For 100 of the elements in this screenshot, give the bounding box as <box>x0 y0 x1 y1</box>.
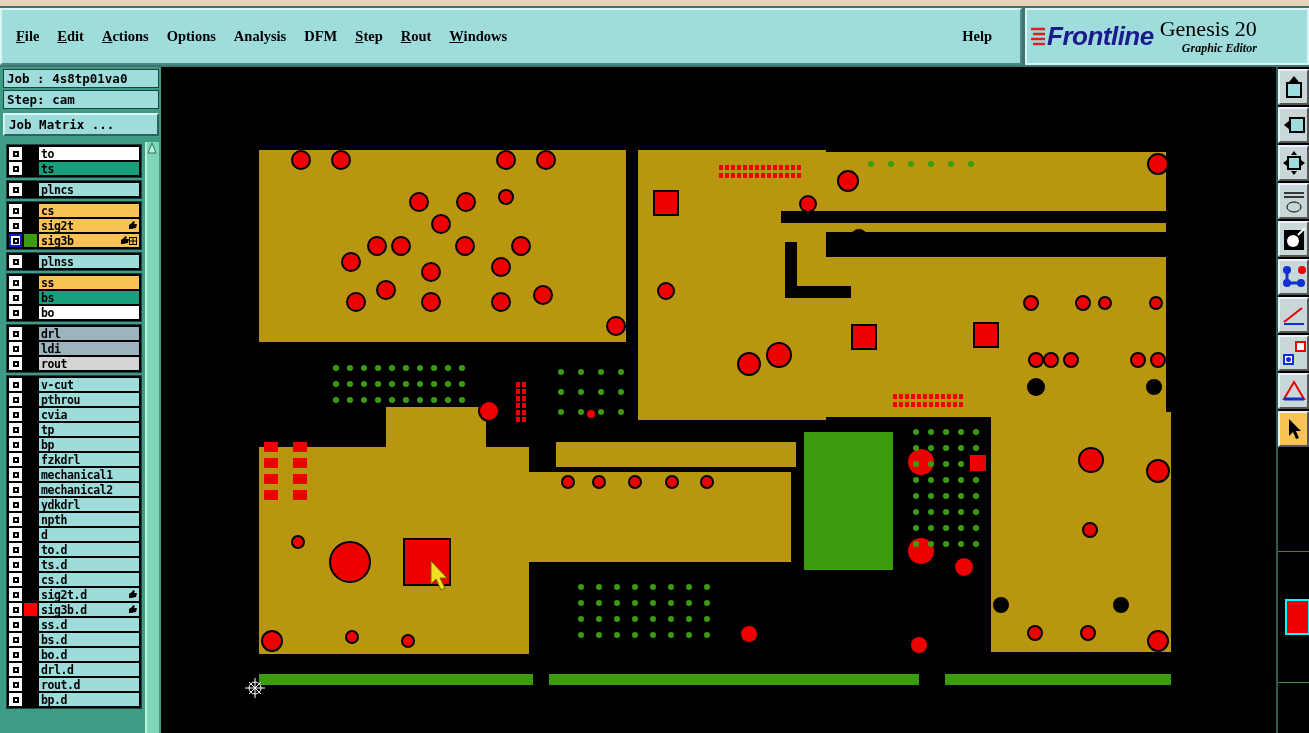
layer-name[interactable]: to <box>39 147 139 160</box>
toolbar-button[interactable] <box>1278 107 1309 143</box>
toolbar-button[interactable] <box>1278 411 1309 447</box>
layer-row[interactable]: npth <box>9 512 139 527</box>
layer-name[interactable]: ldi <box>39 342 139 355</box>
layer-row[interactable]: ss <box>9 275 139 290</box>
layer-row[interactable]: sig2t.d <box>9 587 139 602</box>
layer-name[interactable]: to.d <box>39 543 139 556</box>
layer-row[interactable]: cvia <box>9 407 139 422</box>
layer-name[interactable]: tp <box>39 423 139 436</box>
layer-row[interactable]: ts.d <box>9 557 139 572</box>
layer-name[interactable]: rout.d <box>39 678 139 691</box>
triangle-icon <box>1281 378 1306 404</box>
layer-name[interactable]: plnss <box>39 255 139 268</box>
toolbar-button[interactable] <box>1278 145 1309 181</box>
layer-row[interactable]: bs <box>9 290 139 305</box>
menu-item[interactable]: DFM <box>302 24 346 49</box>
layer-row[interactable]: plnss <box>9 254 139 269</box>
layer-name[interactable]: ts.d <box>39 558 139 571</box>
layer-row[interactable]: mechanical2 <box>9 482 139 497</box>
layer-checkbox[interactable] <box>9 234 22 247</box>
toolbar-button[interactable] <box>1278 297 1309 333</box>
layer-row[interactable]: sig3b <box>9 233 139 248</box>
menu-item[interactable]: Analysis <box>231 24 295 49</box>
layer-row[interactable]: rout.d <box>9 677 139 692</box>
menu-item[interactable]: Rout <box>398 24 440 49</box>
help-menu[interactable]: Help <box>960 24 1000 49</box>
product-name: Genesis 20 <box>1159 17 1257 41</box>
layer-row[interactable]: bs.d <box>9 632 139 647</box>
toolbar-button[interactable] <box>1278 69 1309 105</box>
layer-row[interactable]: fzkdrl <box>9 452 139 467</box>
origin-crosshair-icon <box>245 678 265 698</box>
layer-row[interactable]: to.d <box>9 542 139 557</box>
menu-item[interactable]: Actions <box>99 24 157 49</box>
layer-name[interactable]: mechanical2 <box>39 483 139 496</box>
layer-name[interactable]: bp.d <box>39 693 139 706</box>
layer-name[interactable]: v-cut <box>39 378 139 391</box>
menu-item[interactable]: Options <box>164 24 224 49</box>
layer-row[interactable]: ss.d <box>9 617 139 632</box>
layer-row[interactable]: ldi <box>9 341 139 356</box>
layer-row[interactable]: bp.d <box>9 692 139 707</box>
menu-item[interactable]: Windows <box>447 24 516 49</box>
layer-row[interactable]: sig3b.d <box>9 602 139 617</box>
layer-name[interactable]: sig2t.d <box>39 588 139 601</box>
toolbar-button[interactable] <box>1278 221 1309 257</box>
layer-row[interactable]: plncs <box>9 182 139 197</box>
layer-row[interactable]: cs.d <box>9 572 139 587</box>
layer-name[interactable]: ss.d <box>39 618 139 631</box>
layer-name[interactable]: bs.d <box>39 633 139 646</box>
layer-name[interactable]: sig3b.d <box>39 603 139 616</box>
round-pad-icon <box>1281 226 1306 252</box>
layer-name[interactable]: ts <box>39 162 139 175</box>
layer-row[interactable]: bo <box>9 305 139 320</box>
layer-name[interactable]: cs <box>39 204 139 217</box>
layer-row[interactable]: v-cut <box>9 377 139 392</box>
logo-text: Frontline <box>1047 21 1154 52</box>
layer-row[interactable]: ydkdrl <box>9 497 139 512</box>
layer-row[interactable]: drl.d <box>9 662 139 677</box>
layer-name[interactable]: cs.d <box>39 573 139 586</box>
layer-name[interactable]: plncs <box>39 183 139 196</box>
menu-item[interactable]: File <box>14 24 48 49</box>
layer-name[interactable]: sig2t <box>39 219 139 232</box>
layer-name[interactable]: mechanical1 <box>39 468 139 481</box>
layer-name[interactable]: ss <box>39 276 139 289</box>
layer-row[interactable]: rout <box>9 356 139 371</box>
layer-name[interactable]: sig3b <box>39 234 139 247</box>
layer-row[interactable]: tp <box>9 422 139 437</box>
layer-name[interactable]: bo <box>39 306 139 319</box>
job-matrix-button[interactable]: Job Matrix ... <box>3 113 159 136</box>
layer-row[interactable]: sig2t <box>9 218 139 233</box>
layer-name[interactable]: npth <box>39 513 139 526</box>
layer-name[interactable]: drl <box>39 327 139 340</box>
layer-name[interactable]: d <box>39 528 139 541</box>
layer-row[interactable]: ts <box>9 161 139 176</box>
speed-lines-icon <box>1031 25 1045 48</box>
layer-name[interactable]: pthrou <box>39 393 139 406</box>
scrollbar[interactable] <box>145 142 159 733</box>
layer-name[interactable]: bs <box>39 291 139 304</box>
job-label: Job : 4s8tp01va0 <box>3 69 159 88</box>
layer-row[interactable]: mechanical1 <box>9 467 139 482</box>
toolbar-button[interactable] <box>1278 373 1309 409</box>
toolbar-button[interactable] <box>1278 183 1309 219</box>
layer-name[interactable]: bo.d <box>39 648 139 661</box>
layer-row[interactable]: d <box>9 527 139 542</box>
layer-name[interactable]: ydkdrl <box>39 498 139 511</box>
layer-name[interactable]: fzkdrl <box>39 453 139 466</box>
toolbar-button[interactable] <box>1278 259 1309 295</box>
toolbar-button[interactable] <box>1278 335 1309 371</box>
layer-name[interactable]: rout <box>39 357 139 370</box>
layer-name[interactable]: drl.d <box>39 663 139 676</box>
layer-row[interactable]: cs <box>9 203 139 218</box>
menu-item[interactable]: Edit <box>55 24 92 49</box>
layer-row[interactable]: bo.d <box>9 647 139 662</box>
layer-row[interactable]: to <box>9 146 139 161</box>
menu-item[interactable]: Step <box>353 24 391 49</box>
layer-row[interactable]: drl <box>9 326 139 341</box>
layer-name[interactable]: cvia <box>39 408 139 421</box>
layer-row[interactable]: bp <box>9 437 139 452</box>
layer-row[interactable]: pthrou <box>9 392 139 407</box>
layer-name[interactable]: bp <box>39 438 139 451</box>
